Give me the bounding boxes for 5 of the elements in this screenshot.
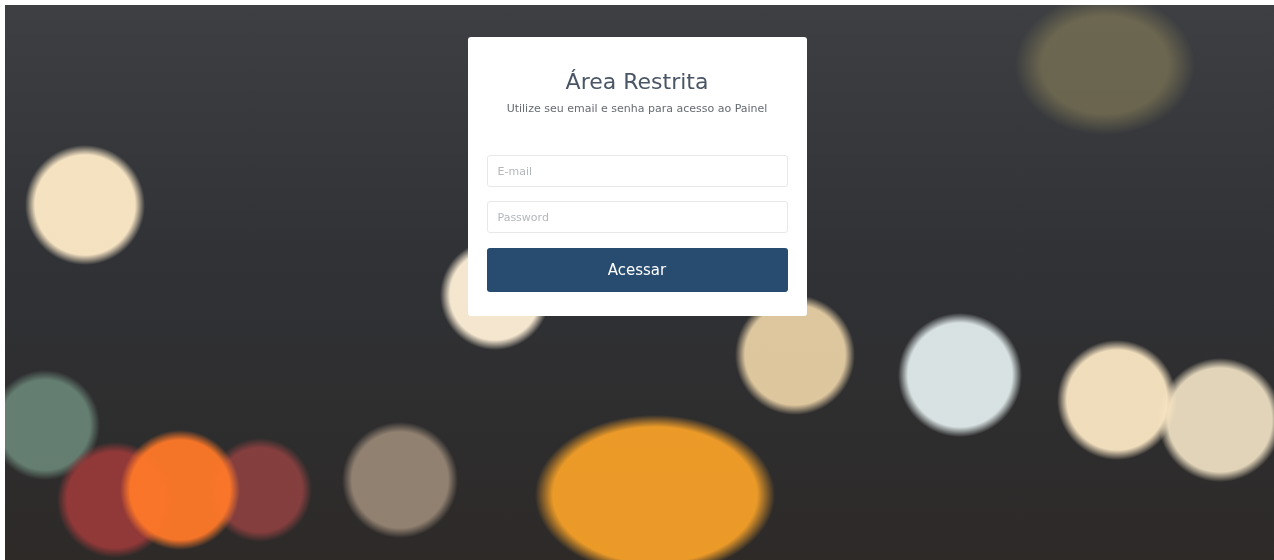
card-subtitle: Utilize seu email e senha para acesso ao Painel [505, 102, 769, 115]
card-title: Área Restrita [564, 69, 710, 94]
login-button[interactable]: Acessar [486, 248, 788, 292]
input-field[interactable]: Password [486, 201, 788, 233]
input-field[interactable]: E-mail [486, 155, 788, 187]
